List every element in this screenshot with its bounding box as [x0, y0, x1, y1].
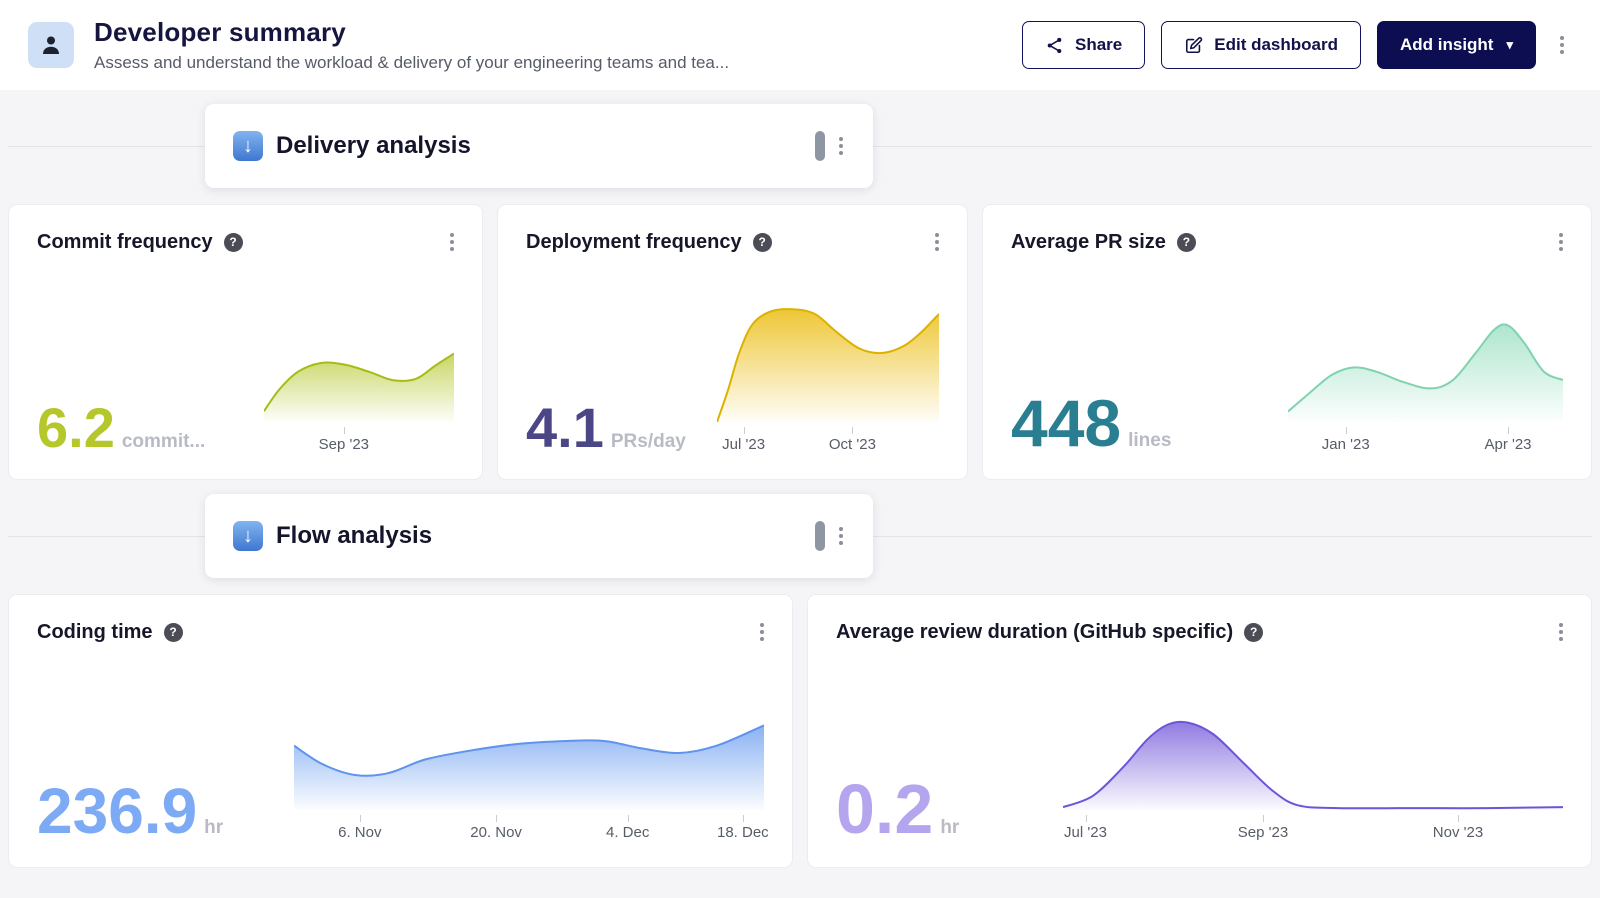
dashboard: ↓ Delivery analysis Commit frequency ? 6… — [0, 104, 1600, 868]
cards-row-delivery: Commit frequency ? 6.2 commit... Sep '23… — [8, 204, 1592, 480]
metric-unit: hr — [204, 817, 223, 839]
x-axis-tick — [1458, 815, 1459, 822]
card-commit-frequency: Commit frequency ? 6.2 commit... Sep '23 — [8, 204, 483, 480]
edit-icon — [1184, 36, 1203, 55]
card-average-pr-size: Average PR size ? 448 lines Jan '23 Apr '… — [982, 204, 1592, 480]
section-title: Flow analysis — [276, 522, 432, 550]
sparkline-chart: Jul '23 Sep '23 Nov '23 — [1063, 715, 1563, 841]
x-axis-label: 20. Nov — [470, 824, 522, 841]
section-delivery-analysis: ↓ Delivery analysis — [205, 104, 873, 188]
x-axis-tick — [743, 815, 744, 822]
share-button[interactable]: Share — [1022, 21, 1145, 69]
metric-unit: hr — [940, 817, 959, 839]
x-axis-tick — [1346, 427, 1347, 434]
help-icon[interactable]: ? — [753, 233, 772, 252]
section-flow-analysis: ↓ Flow analysis — [205, 494, 873, 578]
down-arrow-emoji: ↓ — [233, 521, 263, 551]
card-menu-button[interactable] — [927, 227, 947, 257]
drag-handle[interactable] — [815, 131, 825, 161]
add-insight-button-label: Add insight — [1400, 35, 1493, 55]
metric-value: 236.9 — [37, 783, 197, 841]
edit-dashboard-button-label: Edit dashboard — [1214, 35, 1338, 55]
sparkline-chart: 6. Nov20. Nov4. Dec18. Dec — [294, 718, 764, 841]
metric-unit: PRs/day — [611, 431, 686, 453]
x-axis-label: 18. Dec — [717, 824, 769, 841]
section-row-flow: ↓ Flow analysis — [8, 494, 1592, 578]
page-heading: Developer summary Assess and understand … — [94, 17, 729, 73]
x-axis-label: Apr '23 — [1484, 436, 1531, 453]
share-button-label: Share — [1075, 35, 1122, 55]
down-arrow-emoji: ↓ — [233, 131, 263, 161]
card-title: Coding time — [37, 621, 153, 644]
x-axis-tick — [628, 815, 629, 822]
card-coding-time: Coding time ? 236.9 hr 6. Nov 20. Nov 4. D… — [8, 594, 793, 868]
x-axis-tick — [496, 815, 497, 822]
metric-unit: commit... — [122, 431, 205, 453]
help-icon[interactable]: ? — [224, 233, 243, 252]
help-icon[interactable]: ? — [1244, 623, 1263, 642]
help-icon[interactable]: ? — [164, 623, 183, 642]
x-axis-label: 4. Dec — [606, 824, 649, 841]
x-axis-label: Sep '23 — [1238, 824, 1288, 841]
card-average-review-duration: Average review duration (GitHub specific… — [807, 594, 1592, 868]
x-axis-label: Nov '23 — [1433, 824, 1483, 841]
x-axis-tick — [344, 427, 345, 434]
card-title: Commit frequency — [37, 231, 213, 254]
sparkline-chart: Jul '23 Oct '23 — [717, 307, 939, 453]
page-title: Developer summary — [94, 17, 729, 48]
sparkline-chart: Sep '23 — [264, 350, 454, 453]
header-actions: Share Edit dashboard Add insight ▾ — [1022, 21, 1572, 69]
x-axis-tick — [1086, 815, 1087, 822]
cards-row-flow: Coding time ? 236.9 hr 6. Nov 20. Nov 4. D… — [8, 594, 1592, 868]
x-axis-label: Sep '23 — [319, 436, 369, 453]
card-menu-button[interactable] — [1551, 227, 1571, 257]
section-row-delivery: ↓ Delivery analysis — [8, 104, 1592, 188]
section-menu-button[interactable] — [831, 131, 851, 161]
edit-dashboard-button[interactable]: Edit dashboard — [1161, 21, 1361, 69]
x-axis-label: Jul '23 — [1064, 824, 1107, 841]
help-icon[interactable]: ? — [1177, 233, 1196, 252]
app-header: Developer summary Assess and understand … — [0, 0, 1600, 90]
add-insight-button[interactable]: Add insight ▾ — [1377, 21, 1536, 69]
card-title: Deployment frequency — [526, 231, 742, 254]
metric-unit: lines — [1128, 430, 1171, 452]
person-icon — [39, 33, 63, 57]
share-icon — [1045, 36, 1064, 55]
metric-value: 6.2 — [37, 403, 115, 453]
metric-value: 4.1 — [526, 403, 604, 453]
card-title: Average PR size — [1011, 231, 1166, 254]
sparkline-chart: Jan '23 Apr '23 — [1288, 317, 1563, 453]
x-axis-label: 6. Nov — [338, 824, 381, 841]
metric-value: 0.2 — [836, 778, 933, 841]
x-axis-tick — [852, 427, 853, 434]
avatar — [28, 22, 74, 68]
chevron-down-icon: ▾ — [1506, 37, 1513, 53]
section-title: Delivery analysis — [276, 132, 471, 160]
x-axis-tick — [744, 427, 745, 434]
drag-handle[interactable] — [815, 521, 825, 551]
card-menu-button[interactable] — [1551, 617, 1571, 647]
card-title: Average review duration (GitHub specific… — [836, 621, 1233, 644]
page-subtitle: Assess and understand the workload & del… — [94, 53, 729, 73]
x-axis-label: Jan '23 — [1322, 436, 1370, 453]
x-axis-tick — [1263, 815, 1264, 822]
card-menu-button[interactable] — [752, 617, 772, 647]
x-axis-tick — [360, 815, 361, 822]
x-axis-tick — [1508, 427, 1509, 434]
x-axis-label: Oct '23 — [829, 436, 876, 453]
metric-value: 448 — [1011, 394, 1121, 453]
section-menu-button[interactable] — [831, 521, 851, 551]
card-menu-button[interactable] — [442, 227, 462, 257]
card-deployment-frequency: Deployment frequency ? 4.1 PRs/day Jul '… — [497, 204, 968, 480]
x-axis-label: Jul '23 — [722, 436, 765, 453]
header-menu-button[interactable] — [1552, 30, 1572, 60]
